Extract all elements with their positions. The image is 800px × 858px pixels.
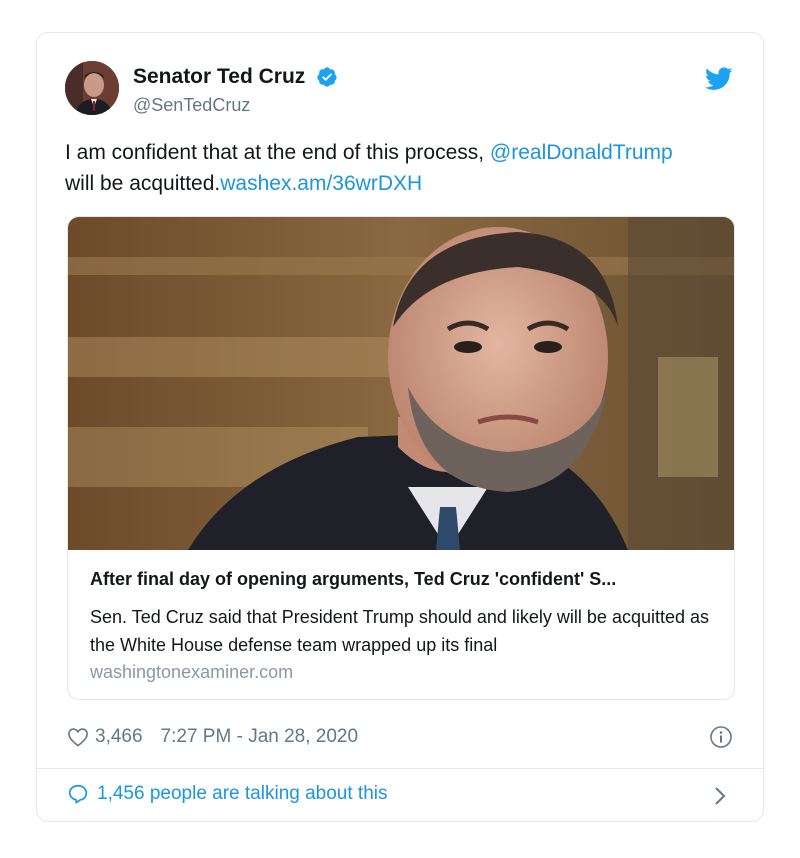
tweet-text-part2: will be acquitted. bbox=[65, 172, 221, 195]
link-card-title[interactable]: After final day of opening arguments, Te… bbox=[90, 569, 720, 590]
tweet-text: I am confident that at the end of this p… bbox=[65, 137, 745, 199]
tweet-meta: 3,466 7:27 PM - Jan 28, 2020 bbox=[67, 726, 358, 748]
divider bbox=[37, 768, 763, 769]
conversation-link[interactable]: 1,456 people are talking about this bbox=[67, 783, 388, 805]
tweet-timestamp[interactable]: 7:27 PM - Jan 28, 2020 bbox=[161, 726, 359, 748]
like-count[interactable]: 3,466 bbox=[95, 726, 143, 748]
author-name[interactable]: Senator Ted Cruz bbox=[133, 65, 305, 89]
comment-bubble-icon bbox=[68, 784, 88, 804]
link-preview-card[interactable]: After final day of opening arguments, Te… bbox=[67, 216, 735, 700]
article-photo bbox=[68, 217, 734, 550]
heart-icon[interactable] bbox=[67, 727, 89, 747]
link-card-domain: washingtonexaminer.com bbox=[90, 662, 294, 682]
avatar[interactable] bbox=[65, 61, 119, 115]
tweet-url-link[interactable]: washex.am/36wrDXH bbox=[220, 172, 422, 195]
author-handle[interactable]: @SenTedCruz bbox=[133, 95, 250, 116]
chevron-right-icon[interactable] bbox=[713, 785, 727, 807]
link-card-description: Sen. Ted Cruz said that President Trump … bbox=[90, 607, 710, 655]
tweet-text-part1: I am confident that at the end of this p… bbox=[65, 141, 490, 164]
conversation-text[interactable]: 1,456 people are talking about this bbox=[97, 783, 388, 805]
tweet-card: Senator Ted Cruz @SenTedCruz I am confid… bbox=[36, 32, 764, 822]
verified-badge-icon bbox=[317, 67, 337, 87]
mention-link[interactable]: @realDonaldTrump bbox=[490, 141, 673, 164]
info-icon[interactable] bbox=[709, 725, 733, 749]
twitter-bird-icon[interactable] bbox=[705, 67, 733, 91]
